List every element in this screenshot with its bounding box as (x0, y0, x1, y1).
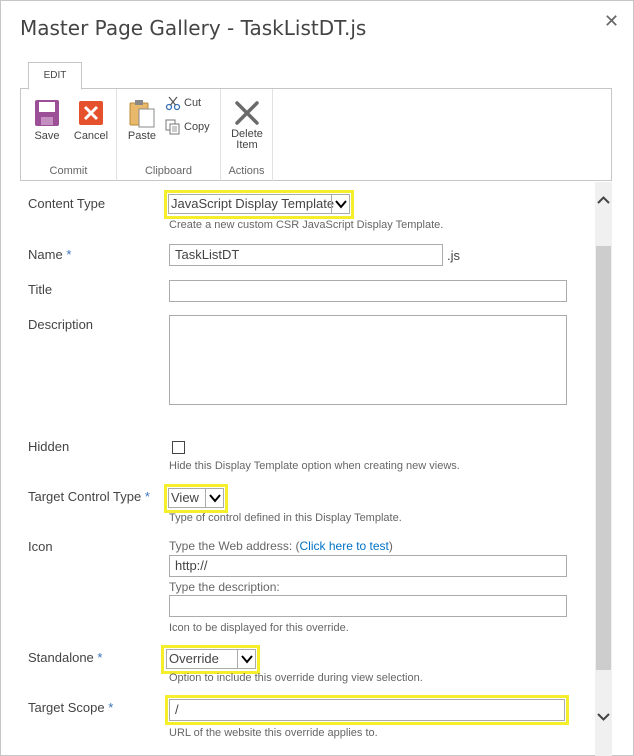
copy-icon (165, 119, 180, 135)
ribbon: Save Cancel Commit Paste Cut Copy Clipbo… (20, 89, 612, 181)
target-scope-hint: URL of the website this override applies… (169, 727, 378, 739)
icon-label: Icon (28, 539, 53, 554)
test-link[interactable]: Click here to test (300, 539, 389, 553)
edit-form: Content Type JavaScript Display Template… (20, 182, 594, 756)
description-label: Description (28, 317, 94, 332)
group-label-actions: Actions (228, 165, 265, 177)
ribbon-group-clipboard: Paste Cut Copy Clipboard (117, 89, 221, 181)
delete-item-button[interactable]: Delete Item (225, 99, 269, 151)
chevron-down-icon[interactable] (595, 708, 612, 725)
target-control-type-label: Target Control Type * (28, 489, 150, 504)
cancel-icon (79, 101, 103, 125)
copy-button[interactable]: Copy (165, 119, 210, 135)
group-label-clipboard: Clipboard (144, 165, 193, 177)
scissors-icon (165, 96, 181, 111)
description-textarea[interactable] (169, 315, 567, 405)
close-icon[interactable]: ✕ (604, 11, 619, 31)
save-icon (35, 100, 59, 126)
chevron-up-icon[interactable] (595, 192, 612, 209)
content-type-value: JavaScript Display Template (171, 196, 335, 211)
icon-url-input[interactable]: http:// (169, 555, 567, 577)
copy-label: Copy (184, 121, 210, 133)
content-type-hint: Create a new custom CSR JavaScript Displ… (169, 219, 444, 231)
hidden-checkbox[interactable] (172, 441, 185, 454)
target-control-type-value: View (171, 490, 199, 505)
standalone-value: Override (169, 651, 219, 666)
target-scope-label: Target Scope * (28, 700, 114, 715)
delete-label-line2: Item (236, 139, 258, 151)
icon-description-label: Type the description: (169, 580, 280, 594)
paste-button[interactable]: Paste (125, 99, 159, 142)
paste-label: Paste (127, 130, 157, 142)
save-label: Save (34, 130, 60, 142)
standalone-select[interactable]: Override (166, 649, 256, 669)
paste-icon (129, 100, 155, 128)
cancel-button[interactable]: Cancel (71, 99, 111, 142)
dialog-title: Master Page Gallery - TaskListDT.js (20, 16, 367, 40)
icon-hint: Icon to be displayed for this override. (169, 622, 349, 634)
chevron-down-icon (237, 650, 255, 668)
hidden-hint: Hide this Display Template option when c… (169, 460, 460, 472)
ribbon-group-commit: Save Cancel Commit (21, 89, 117, 181)
chevron-down-icon (331, 195, 349, 213)
target-control-type-hint: Type of control defined in this Display … (169, 512, 402, 524)
group-label-commit: Commit (49, 165, 88, 177)
scrollbar-thumb[interactable] (596, 246, 611, 670)
title-input[interactable] (169, 280, 567, 302)
target-control-type-select[interactable]: View (168, 488, 224, 508)
delete-icon (235, 101, 259, 125)
chevron-down-icon (205, 489, 223, 507)
content-type-label: Content Type (28, 196, 106, 211)
title-label: Title (28, 282, 53, 297)
content-type-select[interactable]: JavaScript Display Template (168, 194, 350, 214)
name-input[interactable]: TaskListDT (169, 244, 443, 266)
standalone-hint: Option to include this override during v… (169, 672, 423, 684)
standalone-label: Standalone * (28, 650, 103, 665)
name-suffix: .js (447, 248, 460, 263)
cut-label: Cut (184, 97, 202, 109)
ribbon-tabbar: EDIT (20, 62, 612, 90)
name-label: Name * (28, 247, 72, 262)
icon-description-input[interactable] (169, 595, 567, 617)
save-button[interactable]: Save (29, 99, 65, 142)
form-scrollbar[interactable] (595, 182, 612, 756)
cancel-label: Cancel (73, 130, 109, 142)
ribbon-group-actions: Delete Item Actions (221, 89, 273, 181)
tab-edit[interactable]: EDIT (28, 62, 82, 90)
icon-address-label: Type the Web address: (Click here to tes… (169, 539, 393, 553)
hidden-label: Hidden (28, 439, 70, 454)
target-scope-input[interactable]: / (169, 699, 565, 721)
cut-button[interactable]: Cut (165, 95, 201, 111)
